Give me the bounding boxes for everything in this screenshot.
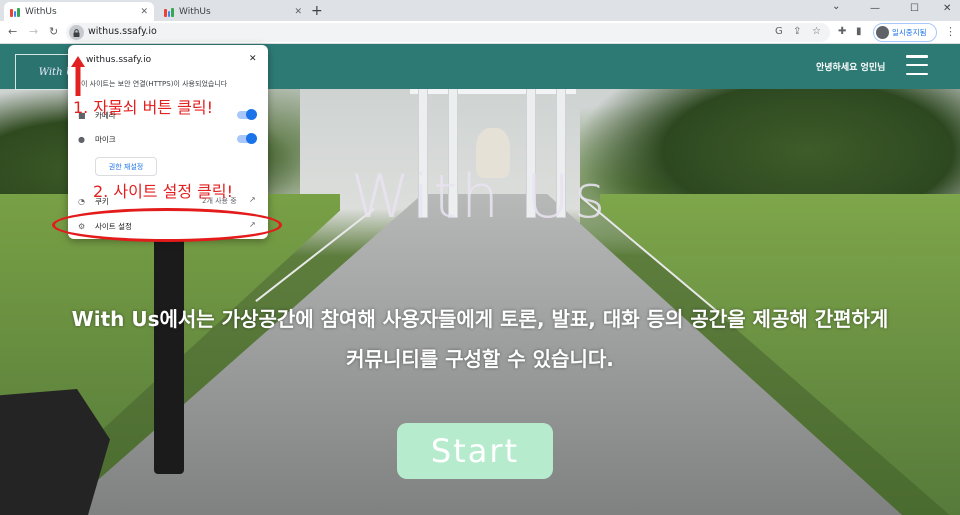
screenshot: { "browser": { "tabs": [ {"title": "With… (0, 0, 960, 515)
tab-strip: WithUs ✕ WithUs ✕ + ⌄ — ☐ ✕ (0, 0, 960, 21)
more-menu-icon[interactable]: ⋮ (945, 25, 956, 38)
new-tab-button[interactable]: + (311, 3, 323, 19)
cookie-icon: ◔ (78, 197, 85, 206)
close-popup-icon[interactable]: ✕ (249, 54, 257, 64)
mic-toggle[interactable] (237, 133, 257, 144)
profile-status: 일시중지됨 (892, 28, 927, 37)
bookmark-star-icon[interactable]: ☆ (812, 26, 821, 37)
annotation-step2: 2. 사이트 설정 클릭! (93, 182, 233, 201)
hero-description: With Us에서는 가상공간에 참여해 사용자들에게 토론, 발표, 대화 등… (71, 307, 889, 371)
minimize-button[interactable]: — (870, 3, 880, 14)
close-tab-icon[interactable]: ✕ (294, 7, 302, 17)
withus-favicon-icon (164, 7, 175, 17)
highlight-ellipse (52, 208, 282, 242)
side-panel-icon[interactable]: ▮ (856, 26, 862, 37)
share-icon[interactable]: ⇪ (793, 26, 801, 37)
camera-toggle[interactable] (237, 109, 257, 120)
annotation-step1: 1. 자물쇠 버튼 클릭! (73, 98, 213, 117)
tab-withus-active[interactable]: WithUs ✕ (4, 2, 154, 21)
google-lens-icon[interactable]: G (775, 26, 783, 37)
extensions-icon[interactable]: ✚ (838, 26, 846, 37)
address-bar[interactable]: withus.ssafy.io (66, 23, 830, 42)
hamburger-menu-icon[interactable] (906, 55, 928, 75)
lock-icon[interactable] (69, 25, 84, 40)
tab-search-icon[interactable]: ⌄ (832, 1, 840, 12)
connection-secure-text[interactable]: 이 사이트는 보안 연결(HTTPS)이 사용되었습니다 (81, 79, 266, 89)
reset-permissions-button[interactable]: 권한 재설정 (95, 157, 157, 176)
tab-withus[interactable]: WithUs ✕ (158, 2, 308, 21)
profile-button[interactable]: 일시중지됨 (873, 23, 937, 42)
red-arrow-icon (71, 56, 85, 96)
withus-favicon-icon (10, 7, 21, 17)
mic-label: 마이크 (95, 135, 116, 144)
tab-title: WithUs (179, 6, 211, 17)
maximize-button[interactable]: ☐ (910, 3, 919, 14)
close-tab-icon[interactable]: ✕ (140, 7, 148, 17)
close-window-button[interactable]: ✕ (943, 3, 951, 14)
mic-permission-row: ● 마이크 (78, 134, 116, 145)
reload-icon[interactable]: ↻ (49, 25, 58, 38)
open-external-icon[interactable]: ↗ (249, 195, 256, 204)
back-icon[interactable]: ← (8, 25, 17, 38)
browser-toolbar: ← → ↻ withus.ssafy.io G ⇪ ☆ ✚ ▮ 일시중지됨 ⋮ (0, 21, 960, 44)
microphone-icon: ● (78, 135, 85, 144)
url-text: withus.ssafy.io (88, 26, 157, 37)
forward-icon[interactable]: → (29, 25, 38, 38)
popup-host: withus.ssafy.io (86, 55, 152, 65)
avatar (876, 26, 889, 39)
start-button[interactable]: Start (397, 423, 553, 479)
tab-title: WithUs (25, 6, 57, 17)
greeting-text: 안녕하세요 엉민님 (816, 63, 886, 73)
